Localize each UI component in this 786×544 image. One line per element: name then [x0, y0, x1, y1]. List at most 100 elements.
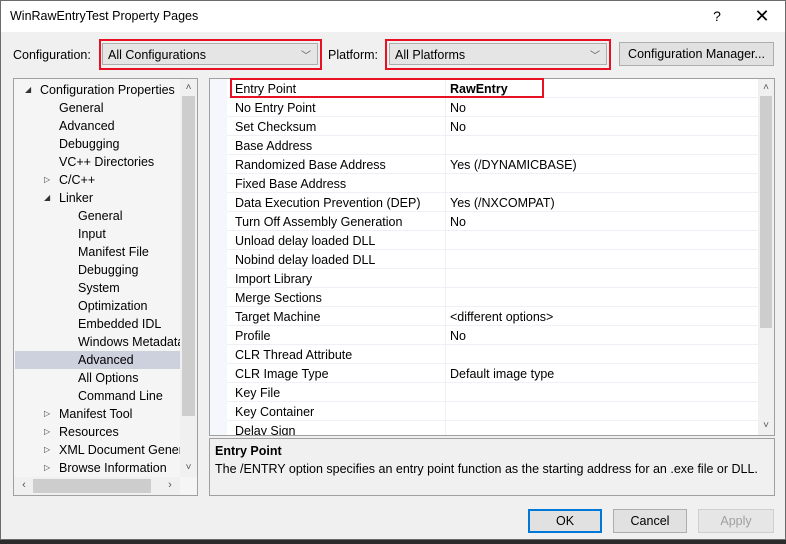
scroll-thumb[interactable]	[760, 96, 772, 328]
tree-item[interactable]: Advanced	[15, 117, 180, 135]
collapsed-arrow-icon[interactable]: ▷	[44, 441, 50, 459]
column-divider	[445, 117, 446, 136]
scroll-down-icon[interactable]: ˅	[180, 460, 197, 476]
tree-item[interactable]: ▷ Resources	[15, 423, 180, 441]
tree-item-label: Advanced	[59, 119, 115, 133]
tree-item-label: Embedded IDL	[78, 317, 162, 331]
tree-item[interactable]: Debugging	[15, 261, 180, 279]
tree-item[interactable]: Advanced	[15, 351, 180, 369]
collapsed-arrow-icon[interactable]: ▷	[44, 459, 50, 477]
tree-item[interactable]: ▷ C/C++	[15, 171, 180, 189]
tree-item[interactable]: ◢ Configuration Properties	[15, 81, 180, 99]
expanded-arrow-icon[interactable]: ◢	[25, 81, 31, 99]
description-title: Entry Point	[215, 444, 282, 458]
tree-item[interactable]: ▷ Manifest Tool	[15, 405, 180, 423]
property-row[interactable]: Unload delay loaded DLL	[227, 231, 758, 250]
tree-item[interactable]: Embedded IDL	[15, 315, 180, 333]
tree-item[interactable]: Optimization	[15, 297, 180, 315]
property-value[interactable]: No	[450, 101, 466, 115]
property-name: Unload delay loaded DLL	[235, 234, 376, 248]
property-name: Randomized Base Address	[235, 158, 386, 172]
property-row[interactable]: Key File	[227, 383, 758, 402]
property-name: Base Address	[235, 139, 313, 153]
collapsed-arrow-icon[interactable]: ▷	[44, 171, 50, 189]
tree-item[interactable]: General	[15, 207, 180, 225]
tree-item[interactable]: ▷ XML Document Genera	[15, 441, 180, 459]
tree-item[interactable]: Windows Metadata	[15, 333, 180, 351]
platform-dropdown[interactable]: All Platforms ﹀	[389, 43, 607, 65]
apply-button[interactable]: Apply	[698, 509, 774, 533]
collapsed-arrow-icon[interactable]: ▷	[44, 405, 50, 423]
column-divider	[445, 174, 446, 193]
tree-vertical-scrollbar[interactable]: ˄ ˅	[180, 79, 197, 477]
cancel-button[interactable]: Cancel	[613, 509, 687, 533]
property-value[interactable]: Default image type	[450, 367, 554, 381]
expanded-arrow-icon[interactable]: ◢	[44, 189, 50, 207]
scroll-thumb[interactable]	[33, 479, 151, 493]
property-row[interactable]: Target Machine <different options>	[227, 307, 758, 326]
configuration-manager-button[interactable]: Configuration Manager...	[619, 42, 774, 66]
scroll-down-icon[interactable]: ˅	[758, 418, 774, 434]
property-row[interactable]: No Entry Point No	[227, 98, 758, 117]
help-button[interactable]: ?	[694, 1, 740, 32]
close-button[interactable]: ✕	[739, 1, 785, 32]
scroll-thumb[interactable]	[182, 96, 195, 416]
tree-item-label: Command Line	[78, 389, 163, 403]
property-row[interactable]: Merge Sections	[227, 288, 758, 307]
property-row[interactable]: Delay Sign	[227, 421, 758, 435]
property-row[interactable]: Nobind delay loaded DLL	[227, 250, 758, 269]
tree-item[interactable]: Command Line	[15, 387, 180, 405]
scroll-right-icon[interactable]: ›	[162, 477, 178, 494]
property-name: Turn Off Assembly Generation	[235, 215, 403, 229]
property-row[interactable]: Turn Off Assembly Generation No	[227, 212, 758, 231]
property-row[interactable]: Profile No	[227, 326, 758, 345]
scroll-left-icon[interactable]: ‹	[16, 477, 32, 494]
tree-item[interactable]: Debugging	[15, 135, 180, 153]
tree-item[interactable]: All Options	[15, 369, 180, 387]
scroll-up-icon[interactable]: ˄	[180, 80, 197, 96]
tree-item[interactable]: VC++ Directories	[15, 153, 180, 171]
property-row[interactable]: Entry Point RawEntry	[227, 79, 758, 98]
property-value[interactable]: RawEntry	[450, 82, 508, 96]
property-row[interactable]: Base Address	[227, 136, 758, 155]
configuration-label: Configuration:	[13, 48, 91, 62]
property-value[interactable]: No	[450, 120, 466, 134]
tree-item[interactable]: Manifest File	[15, 243, 180, 261]
property-row[interactable]: Key Container	[227, 402, 758, 421]
column-divider	[445, 307, 446, 326]
property-row[interactable]: CLR Thread Attribute	[227, 345, 758, 364]
scroll-up-icon[interactable]: ˄	[758, 80, 774, 96]
tree-item-label: General	[78, 209, 123, 223]
tree-item-label: Browse Information	[59, 461, 167, 475]
property-row[interactable]: Randomized Base Address Yes (/DYNAMICBASE…	[227, 155, 758, 174]
tree-item[interactable]: Input	[15, 225, 180, 243]
column-divider	[445, 155, 446, 174]
tree-item[interactable]: ◢ Linker	[15, 189, 180, 207]
property-row[interactable]: Fixed Base Address	[227, 174, 758, 193]
configuration-dropdown[interactable]: All Configurations ﹀	[102, 43, 318, 65]
collapsed-arrow-icon[interactable]: ▷	[44, 423, 50, 441]
property-row[interactable]: CLR Image Type Default image type	[227, 364, 758, 383]
property-name: Set Checksum	[235, 120, 317, 134]
tree-horizontal-scrollbar[interactable]: ‹ ›	[14, 477, 180, 495]
property-row[interactable]: Data Execution Prevention (DEP) Yes (/NXC…	[227, 193, 758, 212]
property-row[interactable]: Set Checksum No	[227, 117, 758, 136]
property-row[interactable]: Import Library	[227, 269, 758, 288]
property-value[interactable]: <different options>	[450, 310, 553, 324]
tree-item-label: General	[59, 101, 104, 115]
tree-item[interactable]: System	[15, 279, 180, 297]
tree-item-label: Debugging	[78, 263, 139, 277]
column-divider	[445, 231, 446, 250]
tree-item[interactable]: ▷ Browse Information	[15, 459, 180, 477]
ok-button[interactable]: OK	[528, 509, 602, 533]
column-divider	[445, 345, 446, 364]
grid-vertical-scrollbar[interactable]: ˄ ˅	[758, 79, 774, 435]
column-divider	[445, 193, 446, 212]
property-value[interactable]: No	[450, 329, 466, 343]
tree-item-label: All Options	[78, 371, 139, 385]
property-value[interactable]: No	[450, 215, 466, 229]
property-value[interactable]: Yes (/DYNAMICBASE)	[450, 158, 577, 172]
platform-label: Platform:	[328, 48, 379, 62]
tree-item[interactable]: General	[15, 99, 180, 117]
property-value[interactable]: Yes (/NXCOMPAT)	[450, 196, 555, 210]
